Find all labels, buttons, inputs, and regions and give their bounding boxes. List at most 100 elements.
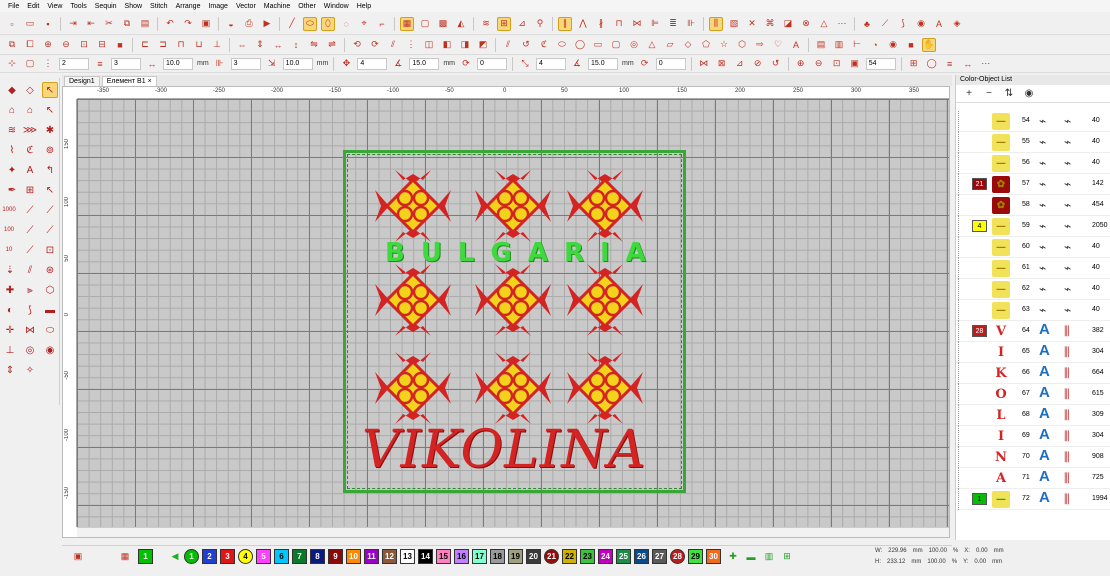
column-icon[interactable]: ⫼ xyxy=(709,16,723,31)
palette-color-16[interactable]: 16 xyxy=(454,549,469,564)
value-field-7[interactable]: 0 xyxy=(655,57,686,70)
bulgaria-text-object[interactable]: BULGARIA xyxy=(385,238,646,268)
menu-vector[interactable]: Vector xyxy=(232,3,260,10)
color-drop-icon[interactable]: ◐ xyxy=(2,302,18,318)
same-height-icon[interactable]: ↕ xyxy=(289,38,303,52)
object-list-row[interactable]: — 62 ⌁ ⌁ 40 xyxy=(956,279,1110,300)
value-field-3[interactable]: 3 xyxy=(230,57,261,70)
vikolina-text-object[interactable]: VIKOLINA xyxy=(362,420,682,480)
applique-tool-icon[interactable]: ⊞ xyxy=(22,182,38,198)
image-tool-icon[interactable]: ▤ xyxy=(814,38,828,52)
zoom-out-icon[interactable]: ⊖ xyxy=(812,57,826,71)
object-list-row[interactable]: 21 ✿ 57 ⌁ ⌁ 142 xyxy=(956,174,1110,195)
import-icon[interactable]: ⇥ xyxy=(66,17,80,31)
thread-list-icon[interactable]: ▥ xyxy=(762,550,776,564)
design-properties-icon[interactable]: ▣ xyxy=(199,17,213,31)
digitize-tool-icon[interactable]: ✒ xyxy=(4,182,20,198)
menu-machine[interactable]: Machine xyxy=(260,3,294,10)
object-list-row[interactable]: 28 V 64 A ⫼ 382 xyxy=(956,321,1110,342)
fit-icon[interactable]: ⊞ xyxy=(907,57,921,71)
length-field-1[interactable]: 10.0 xyxy=(163,57,193,70)
hoop-view-icon[interactable]: ◯ xyxy=(925,57,939,71)
bean-tool-icon[interactable]: ✦ xyxy=(4,162,20,178)
run-tool-icon[interactable]: ⌇ xyxy=(4,142,20,158)
zoom-field[interactable]: 54 xyxy=(865,57,896,70)
tab-element-b1[interactable]: Елемент В1 × xyxy=(101,76,157,86)
ungroup-icon[interactable]: ⧠ xyxy=(23,38,37,52)
machine-preview-icon[interactable]: ▣ xyxy=(68,548,88,566)
menu-stitch[interactable]: Stitch xyxy=(146,3,172,10)
palette-color-11[interactable]: 11 xyxy=(364,549,379,564)
color-badge[interactable]: 1 xyxy=(972,493,987,505)
fill-pattern-icon[interactable]: ▧ xyxy=(727,17,741,31)
letter-tool-icon[interactable]: ℭ xyxy=(22,142,38,158)
add-color-icon[interactable]: ✚ xyxy=(726,550,740,564)
unlock-icon[interactable]: ⊟ xyxy=(95,38,109,52)
sequence-icon[interactable]: ⊚ xyxy=(42,142,58,158)
palette-color-24[interactable]: 24 xyxy=(598,549,613,564)
align-right-icon[interactable]: ⊓ xyxy=(174,38,188,52)
transform-icon[interactable]: ↖ xyxy=(42,182,58,198)
print-icon[interactable]: ⎙ xyxy=(242,17,256,31)
color-sort-icon[interactable]: ■ xyxy=(113,38,127,52)
draw-curve-icon[interactable]: ℭ xyxy=(537,38,551,52)
stitch-dir-icon[interactable]: ⤡ xyxy=(518,57,532,71)
align-left-icon[interactable]: ⊏ xyxy=(138,38,152,52)
node-edit-icon[interactable]: ⌖ xyxy=(357,17,371,31)
object-list-row[interactable]: — 61 ⌁ ⌁ 40 xyxy=(956,258,1110,279)
needle-tool-icon[interactable]: ⟋ xyxy=(42,222,58,238)
mirror-v-icon[interactable]: ⇌ xyxy=(325,38,339,52)
center-icon[interactable]: ⊠ xyxy=(715,57,729,71)
draw-rect-icon[interactable]: ▭ xyxy=(591,38,605,52)
copy-icon[interactable]: ⧉ xyxy=(120,17,134,31)
ruler-icon[interactable]: ≡ xyxy=(943,57,957,71)
satin-tool-icon[interactable]: ≋ xyxy=(4,122,20,138)
stitch-player-icon[interactable]: ▶ xyxy=(260,17,274,31)
circle-tool-icon[interactable]: ◎ xyxy=(22,342,38,358)
line-style-icon[interactable]: ╱ xyxy=(285,17,299,31)
group-icon[interactable]: ⧉ xyxy=(5,38,19,52)
palette-color-8[interactable]: 8 xyxy=(310,549,325,564)
palette-color-30[interactable]: 30 xyxy=(706,549,721,564)
outline-icon[interactable]: ◌ xyxy=(339,17,353,31)
draw-ring-icon[interactable]: ◎ xyxy=(627,38,641,52)
value-field-6[interactable]: 4 xyxy=(536,57,567,70)
draw-ellipse-icon[interactable]: ⬭ xyxy=(555,38,569,52)
palette-icon[interactable]: ◈ xyxy=(950,17,964,31)
palette-color-3[interactable]: 3 xyxy=(220,549,235,564)
weave-icon[interactable]: ↰ xyxy=(42,162,58,178)
combine-icon[interactable]: ⊕ xyxy=(41,38,55,52)
density-1000-icon[interactable]: 1000 xyxy=(0,202,18,218)
rotate-icon[interactable]: ⟳ xyxy=(459,57,473,71)
palette-color-14[interactable]: 14 xyxy=(418,549,433,564)
draw-triangle-icon[interactable]: △ xyxy=(645,38,659,52)
save-icon[interactable]: ▪ xyxy=(41,17,55,31)
visibility-icon[interactable]: ◉ xyxy=(1022,88,1036,99)
reset-icon[interactable]: ↺ xyxy=(769,57,783,71)
needle-icon[interactable]: ⟋ xyxy=(878,17,892,31)
draw-arrow-icon[interactable]: ⇨ xyxy=(753,38,767,52)
menu-other[interactable]: Other xyxy=(294,3,320,10)
stitch-type-6-icon[interactable]: ⊫ xyxy=(648,17,662,31)
color-badge[interactable]: 4 xyxy=(972,220,987,232)
object-list-row[interactable]: — 54 ⌁ ⌁ 40 xyxy=(956,111,1110,132)
cut-tool-icon[interactable]: ⫽ xyxy=(22,262,38,278)
object-list-row[interactable]: — 63 ⌁ ⌁ 40 xyxy=(956,300,1110,321)
redo-icon[interactable]: ↷ xyxy=(181,17,195,31)
sequin-icon[interactable]: ⊗ xyxy=(799,17,813,31)
satin-fill-icon[interactable]: ⬭ xyxy=(303,16,317,31)
menu-view[interactable]: View xyxy=(43,3,66,10)
bobbin-icon[interactable]: ◉ xyxy=(914,17,928,31)
array-icon[interactable]: ⋮ xyxy=(404,38,418,52)
green-square-icon[interactable]: ■ xyxy=(904,38,918,52)
palette-color-15[interactable]: 15 xyxy=(436,549,451,564)
palette-color-28[interactable]: 28 xyxy=(670,549,685,564)
select-node-icon[interactable]: ⌐ xyxy=(375,17,389,31)
palette-color-5[interactable]: 5 xyxy=(256,549,271,564)
density-icon[interactable]: ⋮ xyxy=(41,57,55,71)
sort-icon[interactable]: ⇅ xyxy=(1002,88,1016,99)
polygon-tool-icon[interactable]: ⌂ xyxy=(22,102,38,118)
draw-arc-icon[interactable]: ↺ xyxy=(519,38,533,52)
spacing-icon[interactable]: ⊪ xyxy=(213,57,227,71)
morph-tool-icon[interactable]: ⟆ xyxy=(22,302,38,318)
